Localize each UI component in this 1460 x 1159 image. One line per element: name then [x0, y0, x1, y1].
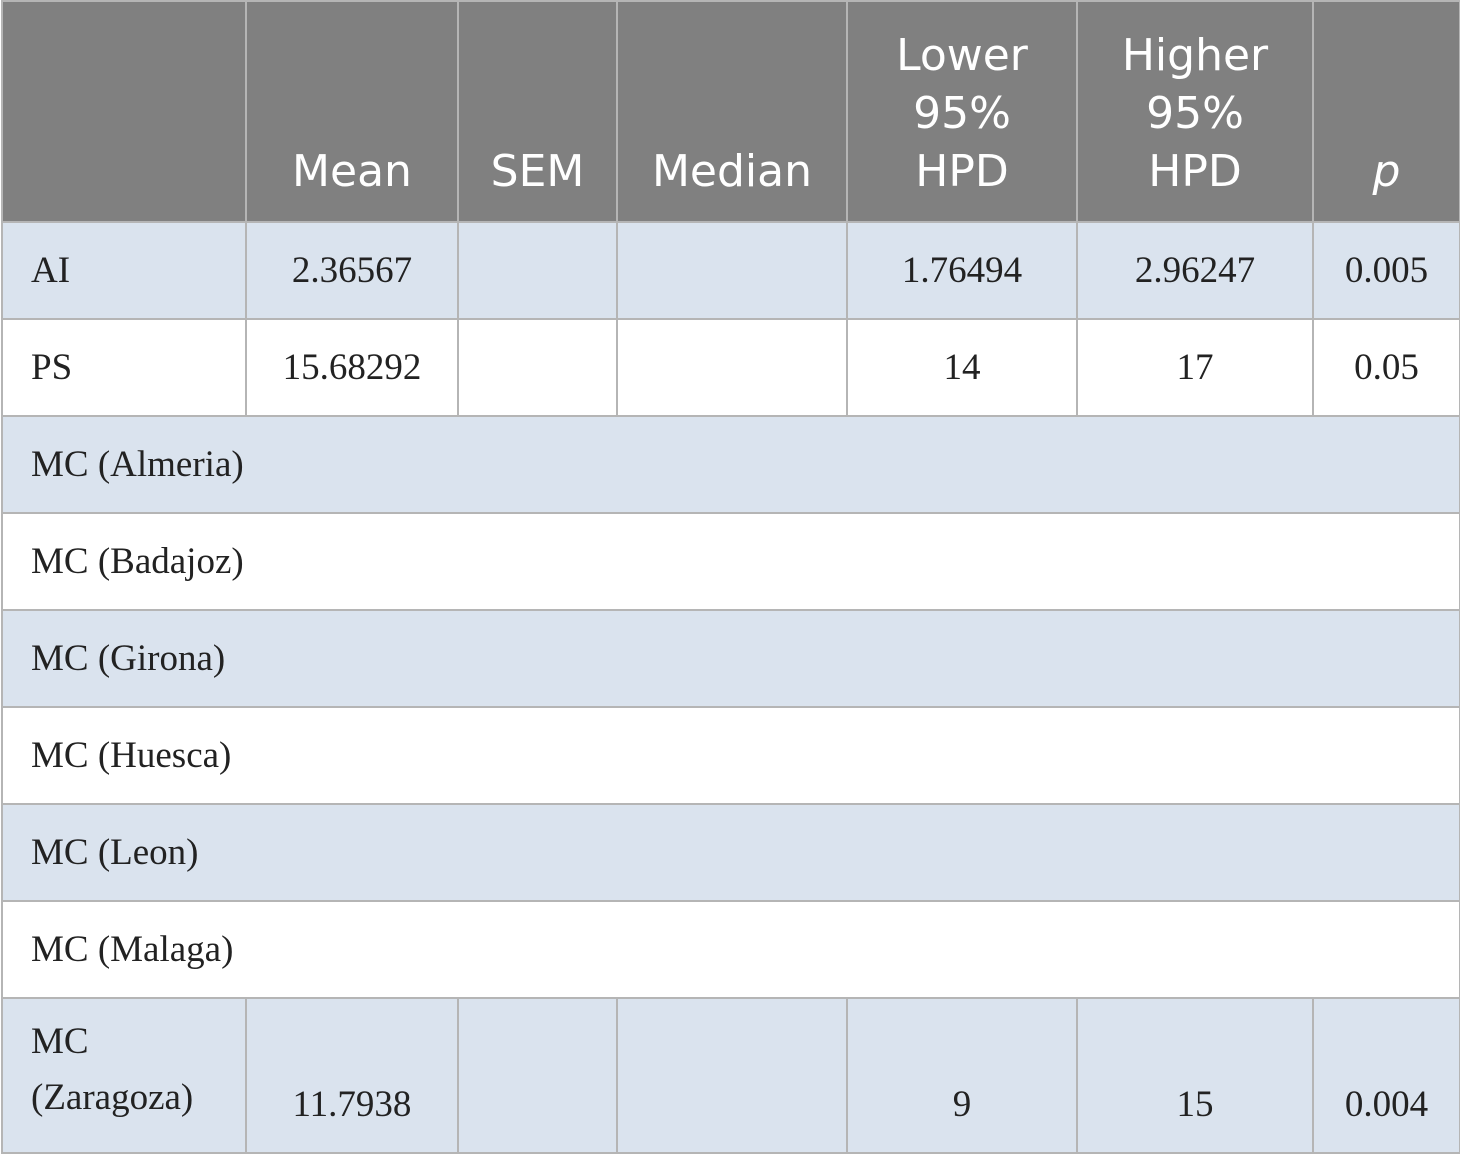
- table-row: MC (Badajoz): [1, 512, 1460, 611]
- table-row: AI 2.36567 1.76494 2.96247 0.005: [1, 221, 1460, 320]
- row-label: PS: [1, 318, 247, 417]
- cell-sem: [457, 221, 618, 320]
- table-row: MC (Malaga): [1, 900, 1460, 999]
- cell-mean: 15.68292: [245, 318, 459, 417]
- cell-sem: [457, 997, 618, 1154]
- header-p: p: [1312, 0, 1460, 223]
- header-lower-hpd: Lower 95% HPD: [846, 0, 1078, 223]
- table-row: MC (Huesca): [1, 706, 1460, 805]
- table-row: MC (Leon): [1, 803, 1460, 902]
- header-label: [1, 0, 247, 223]
- cell-mean: 2.36567: [245, 221, 459, 320]
- row-label: AI: [1, 221, 247, 320]
- header-higher-hpd: Higher 95% HPD: [1076, 0, 1314, 223]
- table-row: MC (Zaragoza) 11.7938 9 15 0.004: [1, 997, 1460, 1154]
- cell-lower-hpd: 1.76494: [846, 221, 1078, 320]
- row-label: MC (Huesca): [1, 706, 1460, 805]
- row-label: MC (Leon): [1, 803, 1460, 902]
- cell-lower-hpd: 14: [846, 318, 1078, 417]
- cell-median: [616, 997, 848, 1154]
- header-mean: Mean: [245, 0, 459, 223]
- table-row: PS 15.68292 14 17 0.05: [1, 318, 1460, 417]
- cell-sem: [457, 318, 618, 417]
- header-sem: SEM: [457, 0, 618, 223]
- cell-lower-hpd: 9: [846, 997, 1078, 1154]
- header-median: Median: [616, 0, 848, 223]
- cell-higher-hpd: 15: [1076, 997, 1314, 1154]
- cell-median: [616, 318, 848, 417]
- row-label: MC (Almeria): [1, 415, 1460, 514]
- table-row: MC (Girona): [1, 609, 1460, 708]
- header-row: Mean SEM Median Lower 95% HPD Higher 95%…: [1, 0, 1460, 223]
- results-table: Mean SEM Median Lower 95% HPD Higher 95%…: [1, 0, 1460, 1154]
- row-label: MC (Zaragoza): [1, 997, 247, 1154]
- cell-median: [616, 221, 848, 320]
- cell-higher-hpd: 2.96247: [1076, 221, 1314, 320]
- row-label: MC (Badajoz): [1, 512, 1460, 611]
- table-row: MC (Almeria): [1, 415, 1460, 514]
- cell-higher-hpd: 17: [1076, 318, 1314, 417]
- cell-p: 0.05: [1312, 318, 1460, 417]
- cell-mean: 11.7938: [245, 997, 459, 1154]
- cell-p: 0.004: [1312, 997, 1460, 1154]
- row-label: MC (Girona): [1, 609, 1460, 708]
- row-label: MC (Malaga): [1, 900, 1460, 999]
- cell-p: 0.005: [1312, 221, 1460, 320]
